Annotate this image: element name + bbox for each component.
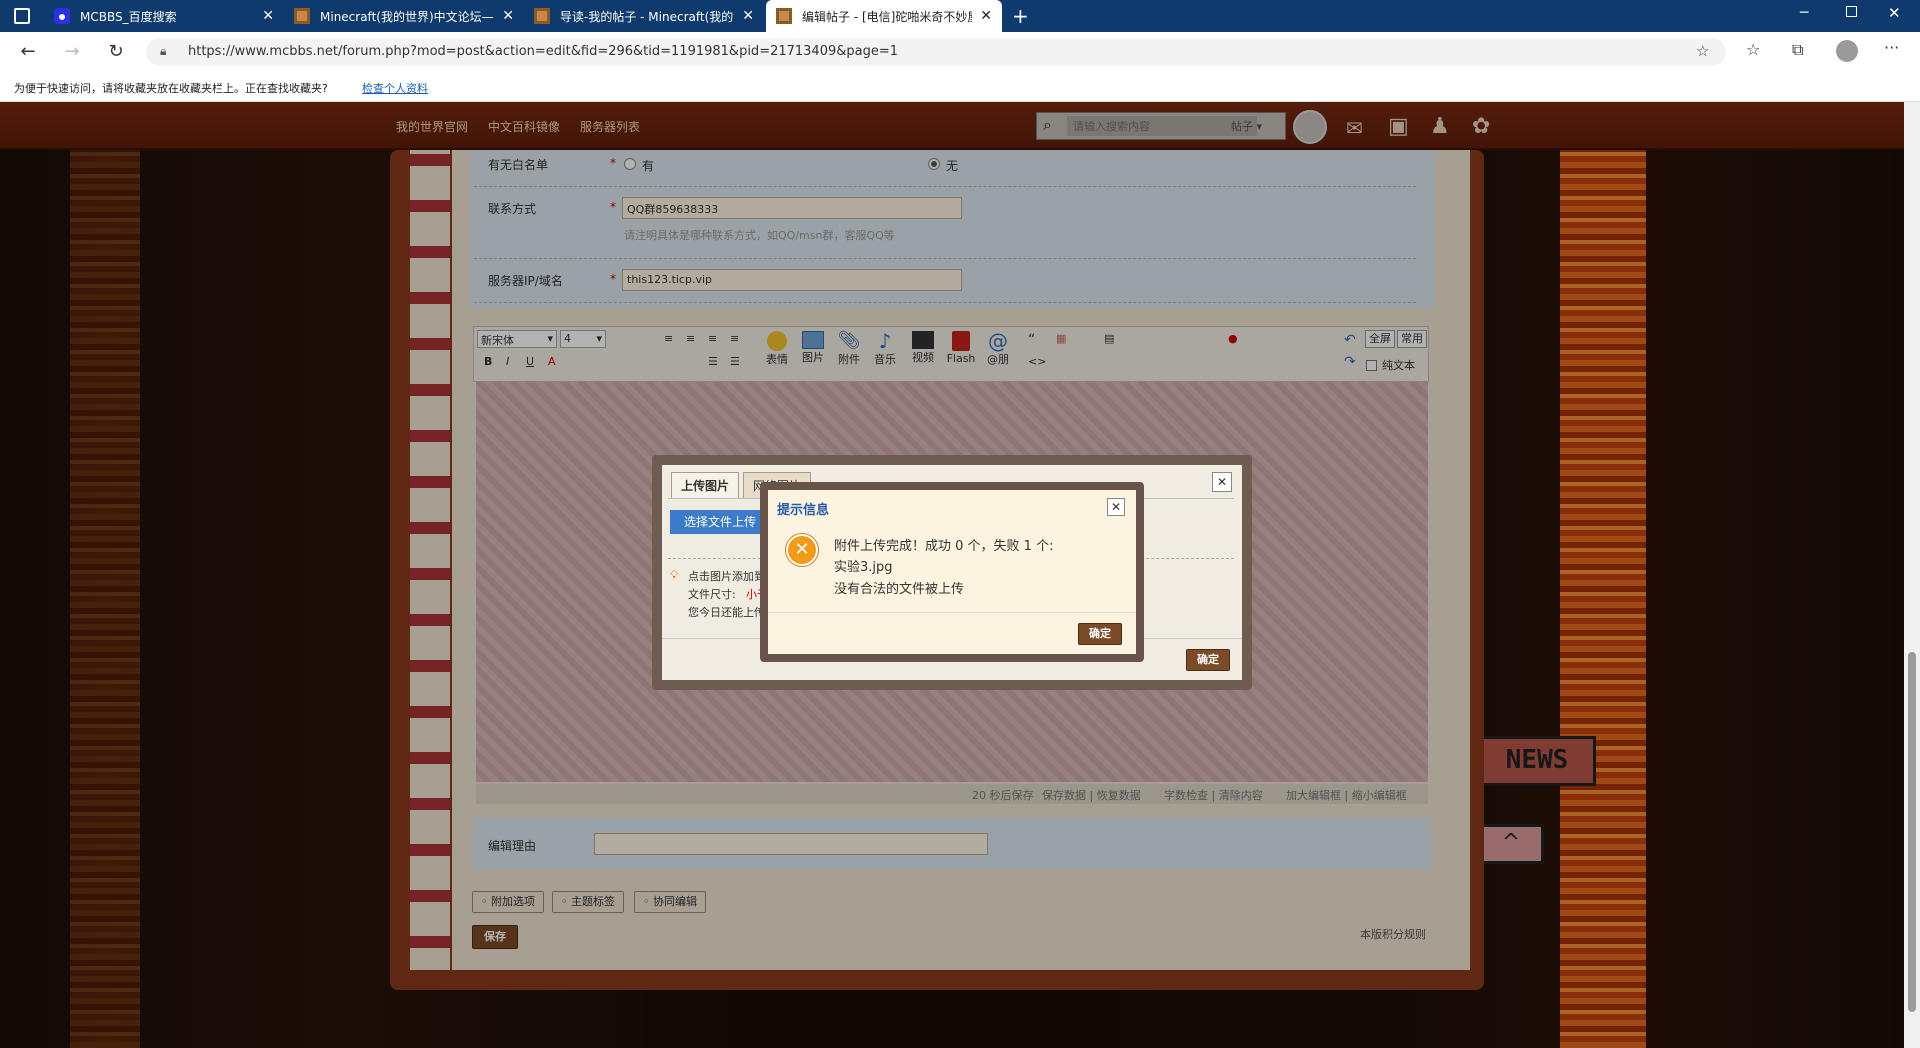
- favorites-icon[interactable]: ☆: [1746, 40, 1760, 59]
- bulb-icon: 💡︎: [670, 568, 679, 582]
- maximize-icon[interactable]: [1846, 6, 1857, 17]
- close-window-icon[interactable]: ✕: [1888, 4, 1901, 22]
- upload-tip-1: 点击图片添加到: [688, 570, 765, 583]
- forward-icon[interactable]: →: [60, 40, 84, 64]
- close-icon[interactable]: ✕: [1212, 472, 1232, 492]
- upload-ok-button[interactable]: 确定: [1186, 649, 1230, 671]
- more-icon[interactable]: ···: [1884, 38, 1899, 57]
- back-icon[interactable]: ←: [16, 40, 40, 64]
- close-icon[interactable]: ✕: [742, 8, 754, 24]
- tab-label: 上传图片: [680, 479, 729, 493]
- tab-title: Minecraft(我的世界)中文论坛—: [320, 9, 494, 24]
- close-icon[interactable]: ✕: [1107, 498, 1125, 516]
- url-text: https://www.mcbbs.net/forum.php?mod=post…: [188, 44, 899, 59]
- tab-upload-image[interactable]: 上传图片: [671, 472, 739, 498]
- message-filename: 实验3.jpg: [834, 560, 893, 575]
- lock-icon: 🔒︎: [160, 44, 167, 58]
- close-icon[interactable]: ✕: [980, 8, 992, 24]
- message-ok-button[interactable]: 确定: [1078, 623, 1122, 645]
- close-icon[interactable]: ✕: [502, 8, 514, 24]
- choose-file-button[interactable]: 选择文件上传: [670, 510, 770, 534]
- mcbbs-icon: [776, 8, 792, 24]
- error-icon: ✕: [786, 534, 818, 566]
- close-icon[interactable]: ✕: [262, 8, 274, 24]
- mcbbs-icon: [294, 8, 310, 24]
- upload-tip-3: 您今日还能上传: [688, 606, 765, 619]
- favbar-message: 为便于快速访问，请将收藏夹放在收藏夹栏上。正在查找收藏夹?: [14, 82, 328, 95]
- choose-label: 选择文件上传: [683, 515, 756, 529]
- profile-avatar[interactable]: [1836, 40, 1858, 62]
- collections-icon[interactable]: ⧉: [1792, 40, 1803, 60]
- divider: [768, 612, 1136, 613]
- refresh-icon[interactable]: ↻: [104, 40, 128, 64]
- favorite-star-icon[interactable]: ☆: [1696, 42, 1709, 60]
- browser-tab-active[interactable]: 编辑帖子 - [电信]砣啪米奇不妙屋 ✕: [766, 0, 1002, 32]
- tab-title: 编辑帖子 - [电信]砣啪米奇不妙屋: [802, 9, 973, 24]
- tab-title: MCBBS_百度搜索: [80, 9, 177, 24]
- tab-actions-icon[interactable]: [14, 8, 30, 24]
- scrollbar-thumb[interactable]: [1908, 652, 1916, 1012]
- message-line-3: 没有合法的文件被上传: [834, 582, 965, 597]
- tab-title: 导读-我的帖子 - Minecraft(我的世: [560, 9, 735, 24]
- mcbbs-icon: [534, 8, 550, 24]
- minimize-icon[interactable]: ─: [1800, 5, 1808, 21]
- browser-tab[interactable]: MCBBS_百度搜索 ✕: [44, 0, 284, 32]
- baidu-icon: [54, 8, 70, 24]
- page-scrollbar[interactable]: [1904, 102, 1920, 1048]
- browser-tab[interactable]: Minecraft(我的世界)中文论坛— ✕: [284, 0, 524, 32]
- browser-tab-bar: MCBBS_百度搜索 ✕ Minecraft(我的世界)中文论坛— ✕ 导读-我…: [0, 0, 1920, 32]
- browser-tab[interactable]: 导读-我的帖子 - Minecraft(我的世 ✕: [524, 0, 764, 32]
- upload-tip-2: 文件尺寸:: [688, 588, 736, 601]
- message-title: 提示信息: [777, 503, 830, 518]
- url-field[interactable]: 🔒︎ https://www.mcbbs.net/forum.php?mod=p…: [146, 38, 1726, 66]
- favorites-bar: 为便于快速访问，请将收藏夹放在收藏夹栏上。正在查找收藏夹? 检查个人资料: [0, 72, 1920, 102]
- new-tab-icon[interactable]: +: [1012, 4, 1029, 28]
- message-line-1: 附件上传完成！成功 0 个，失败 1 个:: [834, 539, 1054, 554]
- favbar-link[interactable]: 检查个人资料: [362, 80, 428, 96]
